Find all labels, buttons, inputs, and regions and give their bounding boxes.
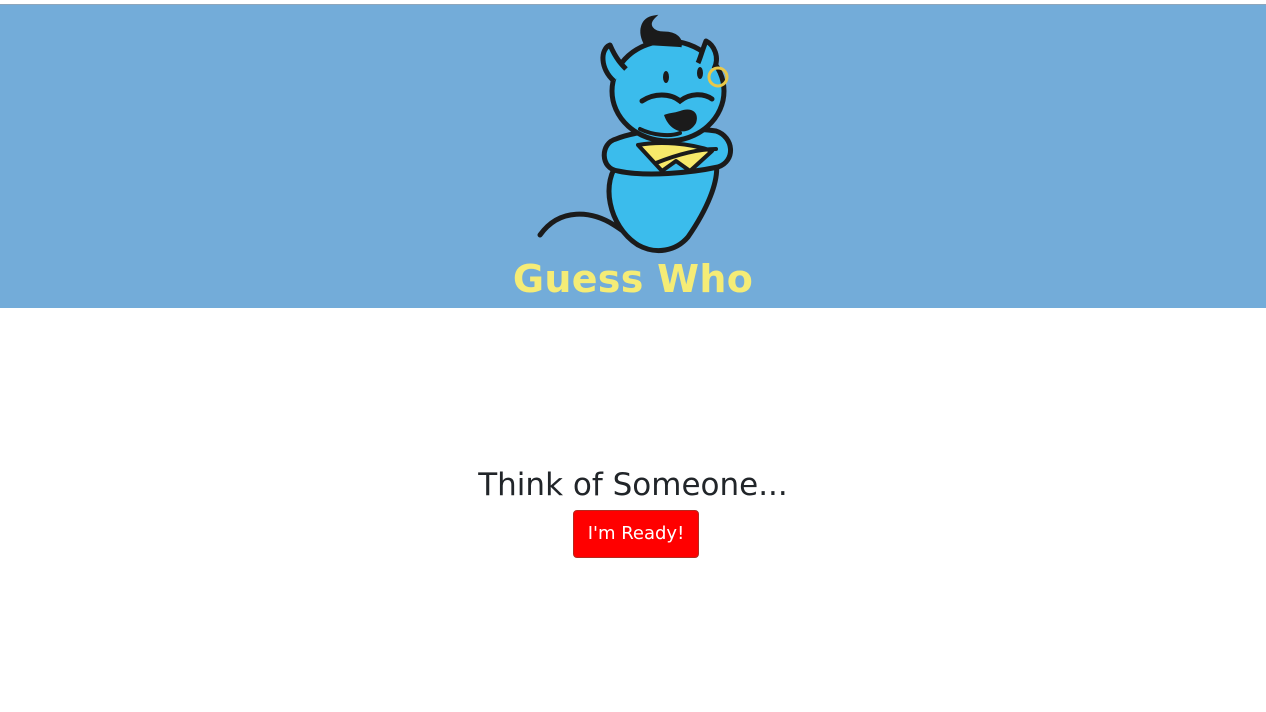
genie-mascot-icon [537,14,733,254]
brand-title: Guess Who [512,257,754,301]
ready-button[interactable]: I'm Ready! [573,510,699,558]
header-banner: Guess Who [0,4,1266,308]
main-content: Think of Someone... I'm Ready! [0,308,1266,712]
prompt-heading: Think of Someone... [478,467,788,503]
